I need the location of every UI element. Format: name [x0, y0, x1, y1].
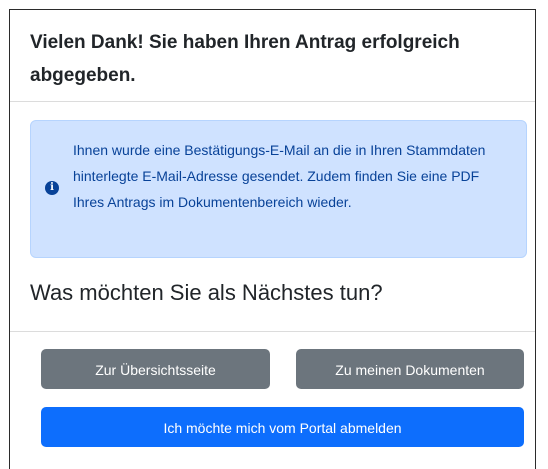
divider — [10, 331, 535, 332]
overview-button[interactable]: Zur Übersichtsseite — [41, 349, 270, 389]
confirmation-card: Vielen Dank! Sie haben Ihren Antrag erfo… — [9, 9, 536, 469]
info-circle-icon: i — [45, 181, 59, 195]
info-alert-text: Ihnen wurde eine Bestätigungs-E-Mail an … — [73, 142, 486, 210]
info-alert: i Ihnen wurde eine Bestätigungs-E-Mail a… — [30, 120, 527, 258]
logout-button[interactable]: Ich möchte mich vom Portal abmelden — [41, 407, 524, 447]
card-header: Vielen Dank! Sie haben Ihren Antrag erfo… — [10, 10, 535, 102]
next-steps-heading: Was möchten Sie als Nächstes tun? — [30, 280, 383, 305]
documents-button[interactable]: Zu meinen Dokumenten — [296, 349, 524, 389]
confirmation-title: Vielen Dank! Sie haben Ihren Antrag erfo… — [30, 32, 460, 86]
